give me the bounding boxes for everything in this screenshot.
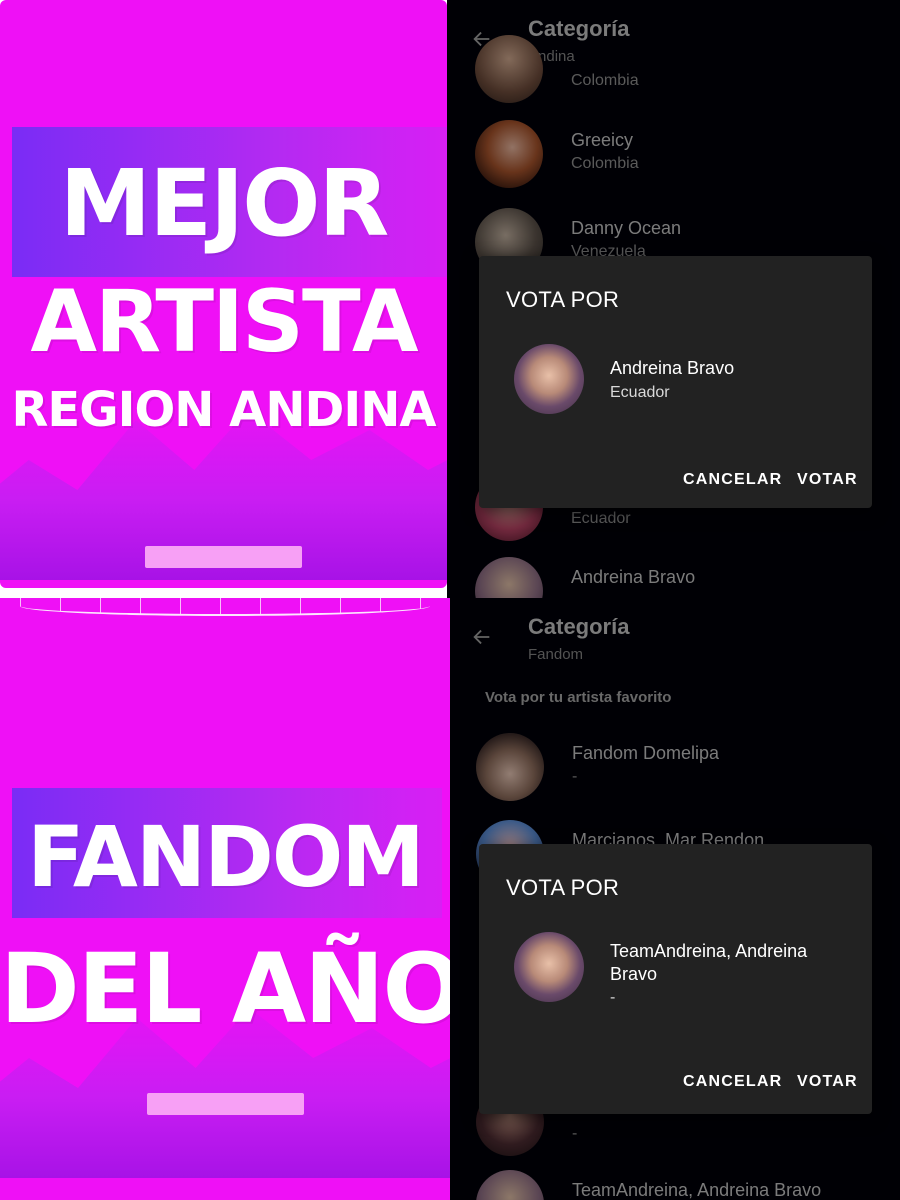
dialog-artist-detail: - <box>610 989 616 1006</box>
avatar <box>514 344 584 414</box>
poster-line-1: FANDOM <box>27 808 425 906</box>
dialog-artist-name: Andreina Bravo <box>610 358 735 378</box>
poster-pill <box>147 1093 304 1115</box>
dialog-artist-country: Ecuador <box>610 384 670 401</box>
avatar <box>514 932 584 1002</box>
cancel-button[interactable]: CANCELAR <box>683 471 782 489</box>
poster-grid-arc <box>20 598 430 616</box>
poster-line-2: ARTISTA <box>30 272 418 372</box>
dialog-title: VOTA POR <box>506 875 620 900</box>
poster-mejor-artista: MEJOR ARTISTA REGION ANDINA <box>0 0 447 588</box>
vote-dialog: VOTA POR Andreina Bravo Ecuador CANCELAR… <box>479 256 872 508</box>
dialog-title: VOTA POR <box>506 287 620 312</box>
poster-pill <box>145 546 302 568</box>
poster-line-2: DEL AÑO <box>0 933 450 1045</box>
cancel-button[interactable]: CANCELAR <box>683 1073 782 1091</box>
app-screen-andina: Categoría Andina Colombia Greeicy Colomb… <box>447 0 900 598</box>
vote-dialog: VOTA POR TeamAndreina, Andreina Bravo - … <box>479 844 872 1114</box>
vote-button[interactable]: VOTAR <box>797 1073 858 1091</box>
poster-line-3: REGION ANDINA <box>11 382 436 438</box>
vote-button[interactable]: VOTAR <box>797 471 858 489</box>
poster-line-1: MEJOR <box>59 150 390 257</box>
poster-fandom-del-ano: FANDOM DEL AÑO <box>0 598 450 1200</box>
dialog-artist-name: TeamAndreina, Andreina Bravo <box>610 941 808 984</box>
app-screen-fandom: Categoría Fandom Vota por tu artista fav… <box>450 598 900 1200</box>
